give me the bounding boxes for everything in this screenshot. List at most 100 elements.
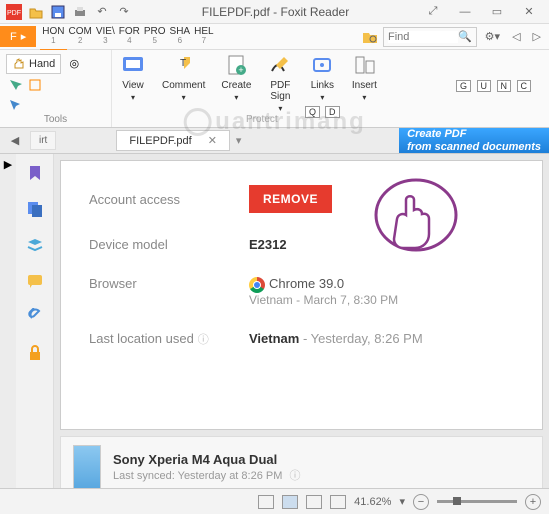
keytip-d: D xyxy=(325,106,340,118)
tab-share[interactable]: SHA6 xyxy=(168,23,193,51)
view-continuous-icon[interactable] xyxy=(282,495,298,509)
undo-icon[interactable]: ↶ xyxy=(92,2,112,22)
hand-tool-button[interactable]: Hand xyxy=(6,54,61,74)
chrome-icon xyxy=(249,277,265,293)
main-area: ▶ Account access REMOVE Device model E23… xyxy=(0,154,549,488)
start-tab[interactable]: irt xyxy=(30,131,56,150)
zoom-dropdown-icon[interactable]: ▾ xyxy=(399,495,405,508)
zoom-out-button[interactable]: − xyxy=(413,494,429,510)
tabstrip-nav-left[interactable]: ◀ xyxy=(0,134,30,147)
window-title: FILEPDF.pdf - Foxit Reader xyxy=(138,5,413,19)
tab-view[interactable]: VIE\3 xyxy=(94,23,117,51)
protect-group-label: Protect xyxy=(246,114,278,125)
zoom-in-button[interactable]: + xyxy=(525,494,541,510)
promo-line2: from scanned documents xyxy=(407,141,541,153)
hand-label: Hand xyxy=(29,58,55,70)
device-card[interactable]: Sony Xperia M4 Aqua Dual Last synced: Ye… xyxy=(60,436,543,488)
hand-icon xyxy=(12,57,26,71)
bookmark-panel-icon[interactable] xyxy=(24,162,46,184)
pointer-hand-icon xyxy=(371,175,461,255)
account-access-label: Account access xyxy=(89,192,249,207)
titlebar: PDF ↶ ↷ FILEPDF.pdf - Foxit Reader ⤢ — ▭… xyxy=(0,0,549,24)
keytip-q: Q xyxy=(305,106,320,118)
document-viewport[interactable]: Account access REMOVE Device model E2312… xyxy=(54,154,549,488)
keytip-u: U xyxy=(477,80,492,92)
open-icon[interactable] xyxy=(26,2,46,22)
file-tab-label: F xyxy=(10,31,17,43)
document-tabstrip: ◀ irt FILEPDF.pdf ✕ ▾ Create PDF from sc… xyxy=(0,128,549,154)
find-input[interactable] xyxy=(388,31,458,43)
print-icon[interactable] xyxy=(70,2,90,22)
save-icon[interactable] xyxy=(48,2,68,22)
tools-group-label: Tools xyxy=(6,114,105,125)
close-button[interactable]: ✕ xyxy=(517,2,541,22)
document-tab[interactable]: FILEPDF.pdf ✕ xyxy=(116,130,230,151)
browser-value: Chrome 39.0 xyxy=(269,276,344,291)
view-facing-icon[interactable] xyxy=(306,495,322,509)
insert-button[interactable]: Insert▾ xyxy=(343,50,385,127)
minimize-button[interactable]: — xyxy=(453,2,477,22)
svg-text:T: T xyxy=(180,58,186,69)
remove-button[interactable]: REMOVE xyxy=(249,185,332,213)
redo-icon[interactable]: ↷ xyxy=(114,2,134,22)
file-tab[interactable]: F▸ xyxy=(0,26,36,47)
svg-text:PDF: PDF xyxy=(7,10,21,17)
select-text-icon[interactable] xyxy=(6,76,24,94)
pdf-sign-icon xyxy=(267,52,293,78)
ribbon-group-tools: Hand ◎ Tools xyxy=(0,50,112,127)
search-folder-icon[interactable] xyxy=(361,28,379,46)
row-last-location: Last location usedⓘ Vietnam - Yesterday,… xyxy=(89,331,514,347)
last-location-label: Last location usedⓘ xyxy=(89,331,249,347)
device-model-label: Device model xyxy=(89,237,249,252)
tabstrip-dropdown-icon[interactable]: ▾ xyxy=(236,134,242,147)
keytip-g: G xyxy=(456,80,471,92)
select-tool-icon[interactable] xyxy=(6,96,24,114)
pages-panel-icon[interactable] xyxy=(24,198,46,220)
statusbar: 41.62% ▾ − + xyxy=(0,488,549,514)
ribbon-collapse-icon[interactable]: ⤢ xyxy=(421,2,445,22)
select-annotation-icon[interactable] xyxy=(26,76,44,94)
attachments-panel-icon[interactable] xyxy=(24,306,46,328)
settings-gear-icon[interactable]: ⚙▾ xyxy=(481,30,504,43)
nav-prev-icon[interactable]: ◁ xyxy=(508,30,524,43)
view-continuous-facing-icon[interactable] xyxy=(330,495,346,509)
security-panel-icon[interactable] xyxy=(24,342,46,364)
device-info: Sony Xperia M4 Aqua Dual Last synced: Ye… xyxy=(113,452,300,483)
snapshot-icon[interactable]: ◎ xyxy=(65,54,83,72)
document-tab-label: FILEPDF.pdf xyxy=(129,135,191,147)
comment-icon: T xyxy=(171,52,197,78)
keytip-c: C xyxy=(517,80,532,92)
find-box[interactable]: 🔍 xyxy=(383,27,477,47)
pdf-app-icon: PDF xyxy=(4,2,24,22)
tab-home[interactable]: HON1 xyxy=(40,23,66,51)
zoom-slider[interactable] xyxy=(437,500,517,503)
layers-panel-icon[interactable] xyxy=(24,234,46,256)
promo-line1: Create PDF xyxy=(407,128,541,140)
close-tab-icon[interactable]: ✕ xyxy=(208,134,217,147)
device-sync: Last synced: Yesterday at 8:26 PM ⓘ xyxy=(113,467,300,483)
panel-collapse[interactable]: ▶ xyxy=(0,154,16,488)
tab-protect[interactable]: PRO5 xyxy=(142,23,168,51)
view-button[interactable]: View▾ xyxy=(112,50,154,127)
comments-panel-icon[interactable] xyxy=(24,270,46,292)
create-icon: + xyxy=(223,52,249,78)
comment-button[interactable]: T Comment▾ xyxy=(154,50,213,127)
maximize-button[interactable]: ▭ xyxy=(485,2,509,22)
window-controls: ⤢ — ▭ ✕ xyxy=(413,2,549,22)
promo-banner[interactable]: Create PDF from scanned documents xyxy=(399,128,549,153)
links-icon xyxy=(309,52,335,78)
row-browser: Browser Chrome 39.0 Vietnam - March 7, 8… xyxy=(89,276,514,307)
help-icon[interactable]: ⓘ xyxy=(198,334,209,346)
nav-next-icon[interactable]: ▷ xyxy=(529,30,545,43)
browser-label: Browser xyxy=(89,276,249,291)
tab-help[interactable]: HEL7 xyxy=(192,23,215,51)
zoom-value: 41.62% xyxy=(354,496,391,508)
last-location-value: Vietnam xyxy=(249,331,299,346)
browser-sub: Vietnam - March 7, 8:30 PM xyxy=(249,293,398,307)
help-icon[interactable]: ⓘ xyxy=(289,470,300,482)
search-icon[interactable]: 🔍 xyxy=(458,30,472,43)
ribbon-right-controls: 🔍 ⚙▾ ◁ ▷ xyxy=(361,27,549,47)
tab-comment[interactable]: COM2 xyxy=(67,23,94,51)
tab-form[interactable]: FOR4 xyxy=(117,23,142,51)
view-single-icon[interactable] xyxy=(258,495,274,509)
